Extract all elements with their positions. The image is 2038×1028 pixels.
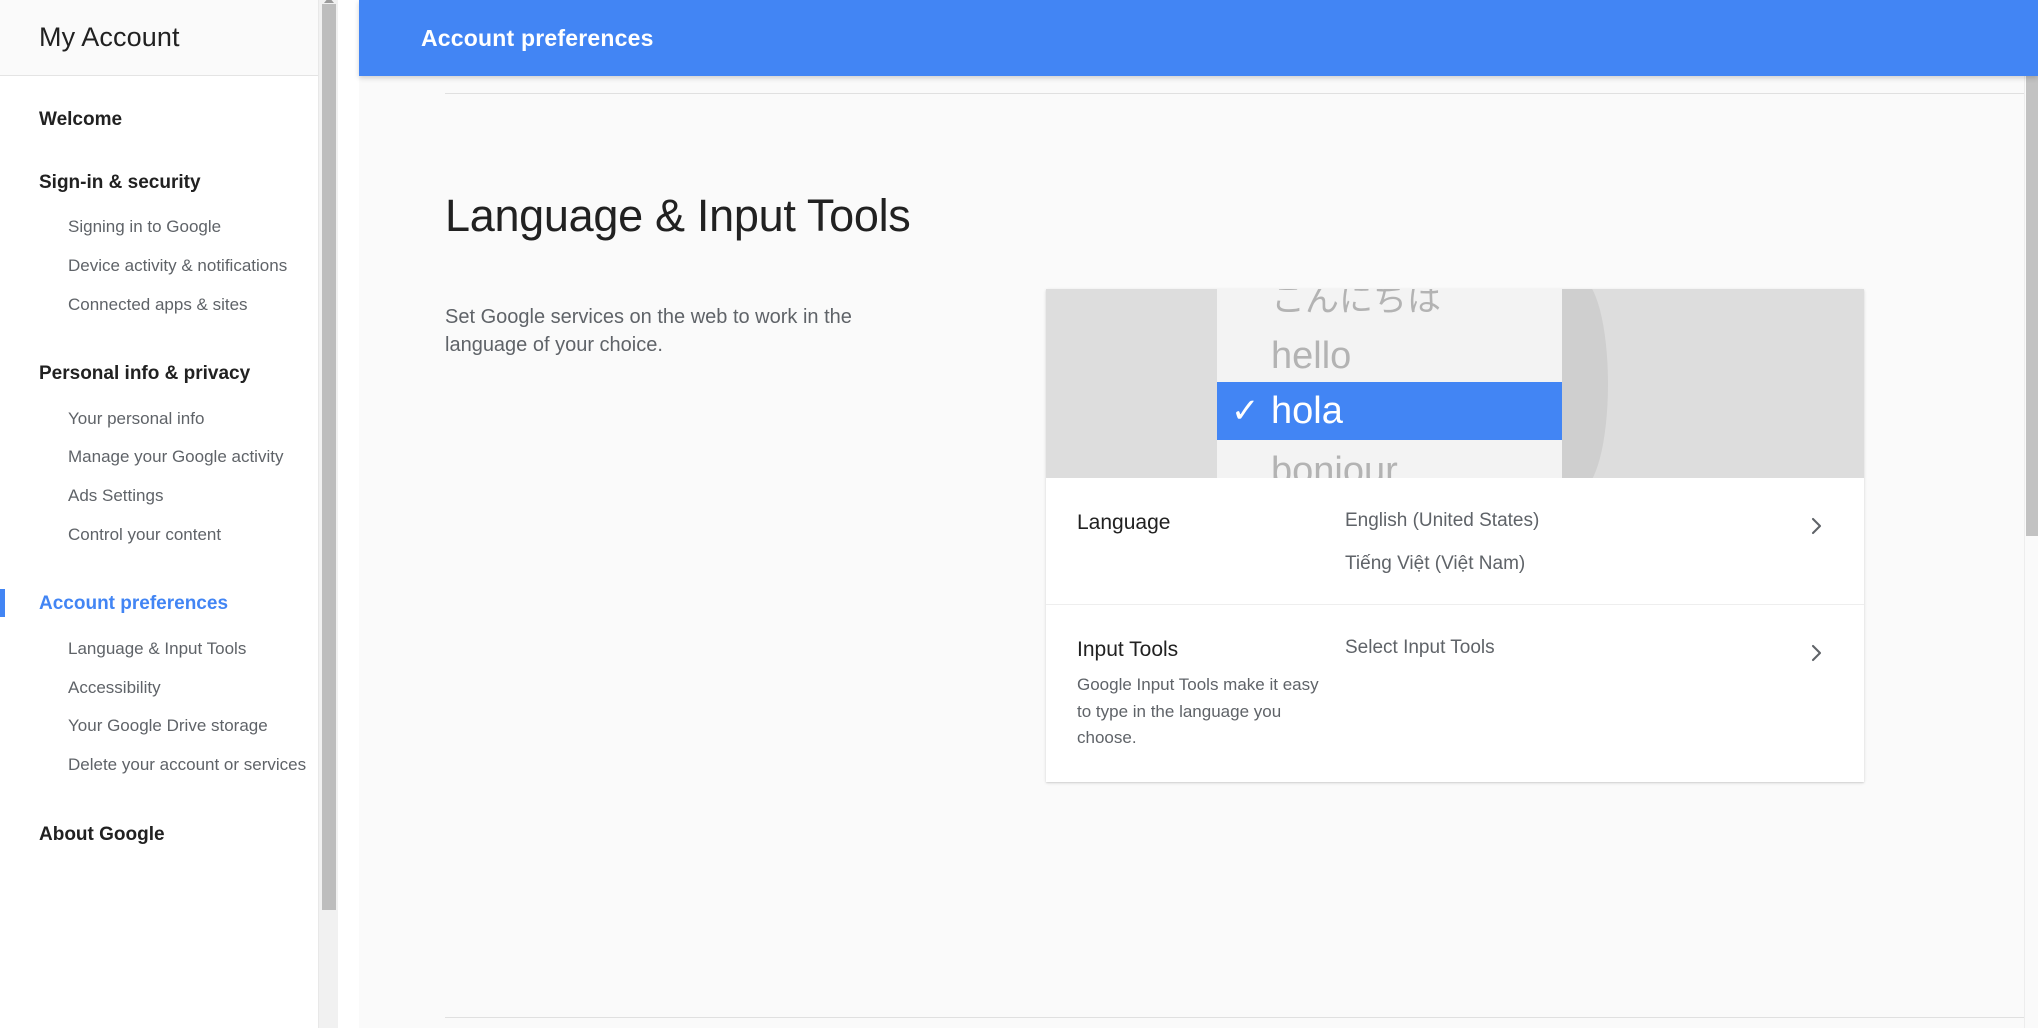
sidebar-item-device-activity-notifications[interactable]: Device activity & notifications <box>0 247 338 286</box>
sidebar-header: My Account <box>0 0 338 76</box>
sidebar-group-sign-in-security[interactable]: Sign-in & security <box>0 170 338 196</box>
language-label-col: Language <box>1077 509 1345 536</box>
sidebar-group-account-preferences[interactable]: Account preferences <box>0 589 338 618</box>
page-description: Set Google services on the web to work i… <box>445 306 852 357</box>
illustration-option-english: hello <box>1271 335 1352 377</box>
check-icon: ✓ <box>1231 392 1260 430</box>
page-title: Language & Input Tools <box>445 190 911 241</box>
language-picker-illustration: こんにちは hello ✓ hola bonjour <box>1046 289 1864 478</box>
scroll-up-arrow-icon[interactable] <box>324 0 334 3</box>
input-tools-label-col: Input Tools Google Input Tools make it e… <box>1077 636 1345 751</box>
sidebar-sublist-sign-in-security: Signing in to Google Device activity & n… <box>0 208 338 324</box>
sidebar-item-connected-apps-sites[interactable]: Connected apps & sites <box>0 286 338 325</box>
illustration-option-spanish-label: hola <box>1271 390 1343 432</box>
sidebar-item-manage-your-google-activity[interactable]: Manage your Google activity <box>0 438 338 477</box>
card-row-input-tools[interactable]: Input Tools Google Input Tools make it e… <box>1046 604 1864 782</box>
page-scrollbar[interactable] <box>2024 0 2038 1028</box>
input-tools-label: Input Tools <box>1077 638 1179 661</box>
sidebar-nav: Welcome Sign-in & security Signing in to… <box>0 76 338 847</box>
input-tools-values: Select Input Tools <box>1345 636 1864 657</box>
sidebar-scrollbar[interactable] <box>318 0 338 1028</box>
sidebar-item-language-input-tools[interactable]: Language & Input Tools <box>0 630 338 669</box>
sidebar-item-signing-in-to-google[interactable]: Signing in to Google <box>0 208 338 247</box>
language-value-secondary: Tiếng Việt (Việt Nam) <box>1345 553 1526 574</box>
settings-card: こんにちは hello ✓ hola bonjour Language Engl… <box>1046 289 1864 783</box>
illustration-scroll-curve <box>1562 289 1608 478</box>
language-values: English (United States) Tiếng Việt (Việt… <box>1345 509 1864 573</box>
sidebar-item-ads-settings[interactable]: Ads Settings <box>0 477 338 516</box>
sidebar-item-delete-your-account-or-services[interactable]: Delete your account or services <box>0 746 338 785</box>
illustration-option-japanese: こんにちは <box>1271 289 1441 319</box>
sidebar-sublist-account-preferences: Language & Input Tools Accessibility You… <box>0 630 338 785</box>
sidebar-group-welcome[interactable]: Welcome <box>0 107 338 133</box>
sidebar: My Account Welcome Sign-in & security Si… <box>0 0 338 1028</box>
illustration-option-spanish-selected: ✓ hola <box>1217 382 1562 440</box>
sidebar-item-control-your-content[interactable]: Control your content <box>0 516 338 555</box>
bottom-divider <box>445 1017 2038 1018</box>
input-tools-value: Select Input Tools <box>1345 637 1495 658</box>
sidebar-scrollbar-thumb[interactable] <box>322 4 336 910</box>
sidebar-group-personal-info-privacy[interactable]: Personal info & privacy <box>0 361 338 387</box>
page-scrollbar-thumb[interactable] <box>2026 57 2038 536</box>
sidebar-sublist-personal-info-privacy: Your personal info Manage your Google ac… <box>0 400 338 555</box>
sidebar-item-your-google-drive-storage[interactable]: Your Google Drive storage <box>0 707 338 746</box>
sidebar-item-your-personal-info[interactable]: Your personal info <box>0 400 338 439</box>
brand-title: My Account <box>39 22 180 52</box>
page-header-bar: Account preferences <box>359 0 2038 76</box>
sidebar-group-about-google[interactable]: About Google <box>0 822 338 848</box>
content-area: Language & Input Tools Set Google servic… <box>359 76 2038 1028</box>
language-label: Language <box>1077 511 1171 534</box>
chevron-right-icon[interactable] <box>1804 641 1828 665</box>
account-preferences-page: My Account Welcome Sign-in & security Si… <box>0 0 2038 1028</box>
main-area: Account preferences Language & Input Too… <box>359 0 2038 1028</box>
page-header-title: Account preferences <box>421 24 654 51</box>
input-tools-description: Google Input Tools make it easy to type … <box>1077 675 1319 747</box>
top-divider <box>445 93 2038 94</box>
sidebar-item-accessibility[interactable]: Accessibility <box>0 669 338 708</box>
chevron-right-icon[interactable] <box>1804 514 1828 538</box>
card-row-language[interactable]: Language English (United States) Tiếng V… <box>1046 478 1864 604</box>
language-value-primary: English (United States) <box>1345 510 1540 531</box>
illustration-option-french: bonjour <box>1271 450 1398 478</box>
